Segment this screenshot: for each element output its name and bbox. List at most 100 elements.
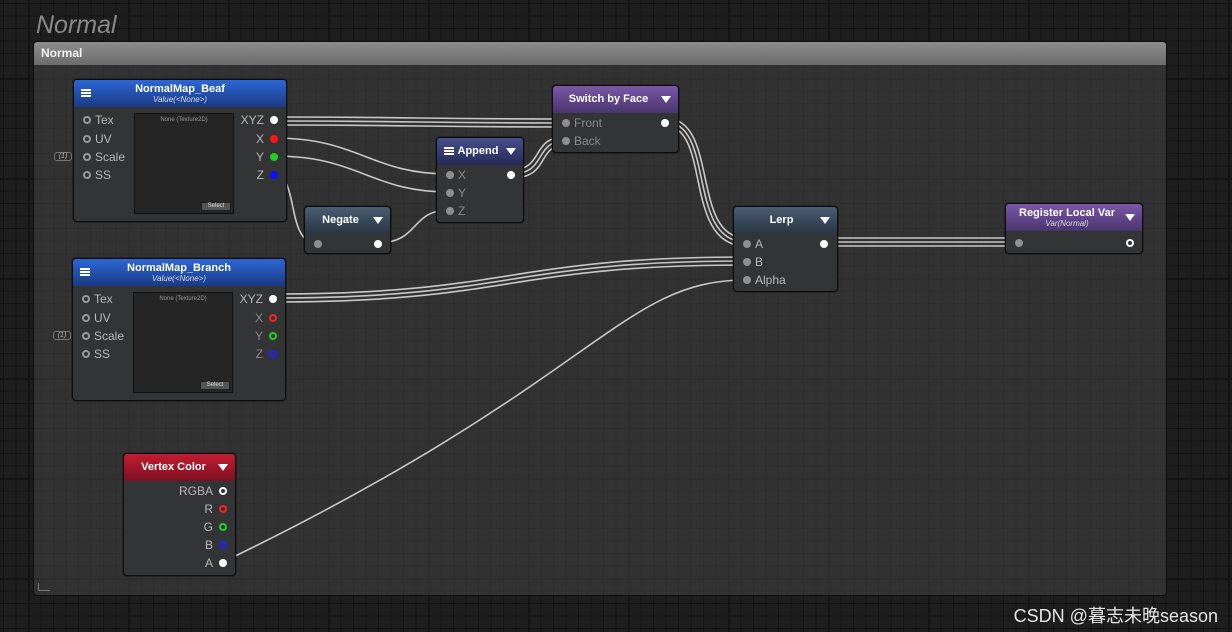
output-port[interactable] [661,119,669,127]
node-subtitle: Value(<None>) [152,274,206,283]
output-port-z[interactable] [270,171,278,179]
group-header[interactable]: Normal [34,42,1166,65]
dropdown-arrow-icon[interactable] [373,217,383,224]
input-label-x: X [458,168,467,182]
node-header[interactable]: NormalMap_Beaf Value(<None>) [74,80,286,107]
input-port-tex[interactable] [82,295,90,303]
texture-label: None (Texture2D) [160,117,208,123]
node-title: Append [457,145,499,157]
node-normalmap-branch[interactable]: NormalMap_Branch Value(<None>) Tex UV Sc… [72,258,286,401]
node-append[interactable]: Append X Y Z [436,137,524,223]
output-label-g: G [203,520,213,534]
dropdown-arrow-icon[interactable] [1125,214,1135,221]
input-port-front[interactable] [562,119,570,127]
output-label-xyz: XYZ [239,292,263,306]
input-port-y[interactable] [446,189,454,197]
output-port-x[interactable] [269,314,277,322]
output-port-b[interactable] [219,541,227,549]
select-texture-button[interactable]: Select [200,381,230,390]
node-header[interactable]: NormalMap_Branch Value(<None>) [73,259,285,286]
node-title: NormalMap_Beaf [135,83,225,95]
input-label-b: B [755,255,764,269]
output-port-z[interactable] [269,350,277,358]
node-negate[interactable]: Negate [304,206,391,254]
input-port-a[interactable] [743,240,751,248]
output-label-z: Z [256,168,264,182]
input-label-tex: Tex [95,113,114,127]
output-port-g[interactable] [219,523,227,531]
output-port[interactable] [820,240,828,248]
output-port-x[interactable] [270,135,278,143]
dropdown-arrow-icon[interactable] [661,96,671,103]
input-label-scale: Scale [95,150,126,164]
texture-preview[interactable]: None (Texture2D) Select [134,113,234,214]
node-header[interactable]: Append [437,138,523,165]
input-label-a: A [755,237,764,251]
output-port[interactable] [1126,239,1134,247]
input-label-back: Back [574,134,601,148]
input-port-tex[interactable] [83,116,91,124]
node-header[interactable]: Vertex Color [124,454,235,481]
input-port-z[interactable] [446,207,454,215]
input-port-uv[interactable] [82,314,90,322]
node-title: NormalMap_Branch [127,262,231,274]
input-port-uv[interactable] [83,135,91,143]
node-header[interactable]: Register Local Var Var(Normal) [1006,204,1142,231]
select-texture-button[interactable]: Select [201,202,231,211]
dropdown-arrow-icon[interactable] [820,217,830,224]
output-port-xyz[interactable] [270,116,278,124]
dropdown-arrow-icon[interactable] [218,464,228,471]
dropdown-arrow-icon[interactable] [506,148,516,155]
input-label-y: Y [458,186,467,200]
output-port-y[interactable] [269,332,277,340]
input-port-scale[interactable] [82,332,90,340]
output-port-r[interactable] [219,505,227,513]
output-port[interactable] [507,171,515,179]
input-port-scale[interactable] [83,153,91,161]
input-port-b[interactable] [743,258,751,266]
node-header[interactable]: Lerp [734,207,837,234]
menu-icon[interactable] [80,268,90,276]
menu-icon[interactable] [444,147,454,155]
output-label-rgba: RGBA [178,484,213,498]
node-register-local-var[interactable]: Register Local Var Var(Normal) [1005,203,1143,254]
output-label-y: Y [254,329,263,343]
node-vertex-color[interactable]: Vertex Color RGBA R G B A [123,453,236,576]
node-title: Register Local Var [1019,207,1115,219]
input-port-ss[interactable] [83,171,91,179]
texture-label: None (Texture2D) [159,296,207,302]
node-subtitle: Var(Normal) [1045,219,1089,228]
output-label-b: B [204,538,213,552]
output-label-z: Z [255,347,263,361]
scale-value-badge[interactable]: (1) [53,331,71,340]
input-port-ss[interactable] [82,350,90,358]
output-port[interactable] [374,240,382,248]
input-port-back[interactable] [562,137,570,145]
node-subtitle: Value(<None>) [153,95,207,104]
output-label-a: A [204,556,213,570]
texture-preview[interactable]: None (Texture2D) Select [133,292,233,393]
node-title: Lerp [769,214,794,226]
node-lerp[interactable]: Lerp A B Alpha [733,206,838,292]
input-label-uv: UV [94,311,111,325]
node-header[interactable]: Switch by Face [553,86,678,113]
scale-value-badge[interactable]: (1) [54,152,72,161]
input-port[interactable] [314,240,322,248]
output-port-a[interactable] [219,559,227,567]
node-normalmap-beaf[interactable]: NormalMap_Beaf Value(<None>) Tex UV Scal… [73,79,287,222]
node-title: Switch by Face [568,93,649,105]
group-resize-handle[interactable] [38,583,50,591]
input-label-alpha: Alpha [755,273,786,287]
input-label-tex: Tex [94,292,113,306]
node-switch-by-face[interactable]: Switch by Face Front Back [552,85,679,153]
output-port-rgba[interactable] [219,487,227,495]
node-title: Vertex Color [141,461,206,473]
input-label-scale: Scale [94,329,125,343]
input-port[interactable] [1015,239,1023,247]
input-port-x[interactable] [446,171,454,179]
node-header[interactable]: Negate [305,207,390,234]
input-port-alpha[interactable] [743,276,751,284]
output-port-xyz[interactable] [269,295,277,303]
menu-icon[interactable] [81,89,91,97]
output-port-y[interactable] [270,153,278,161]
